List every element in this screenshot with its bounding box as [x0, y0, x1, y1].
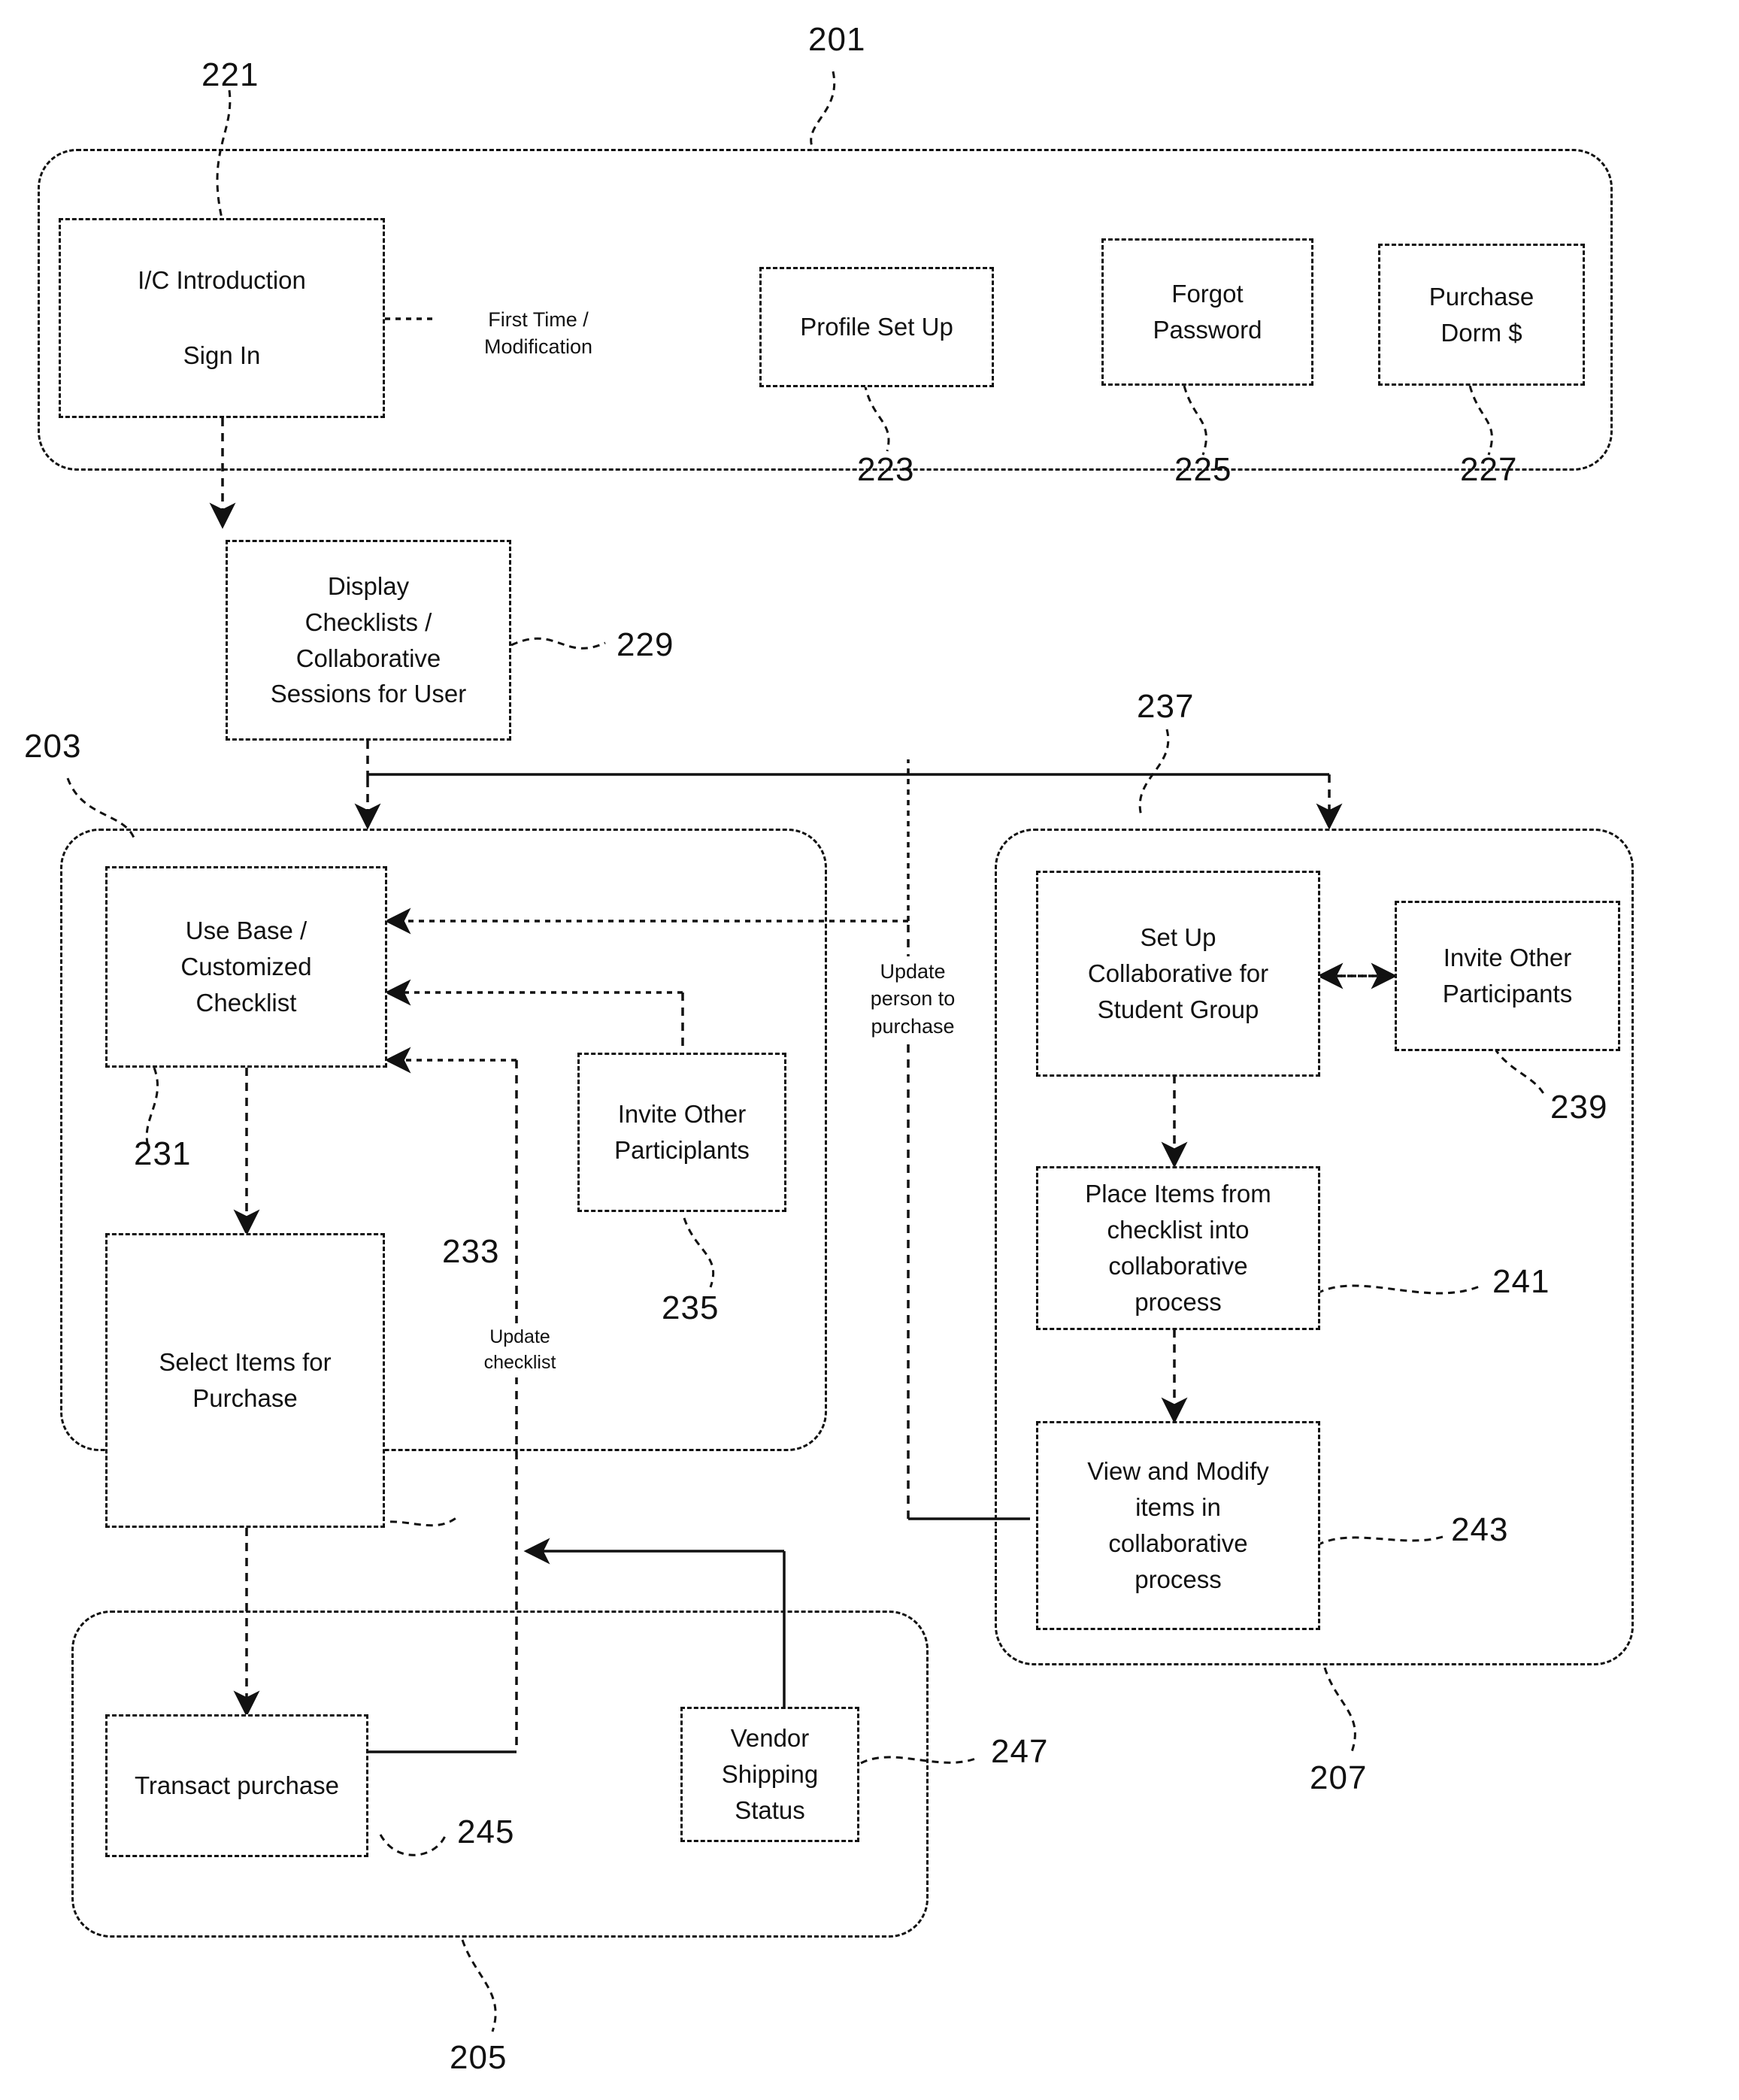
node-place-items-label: Place Items from checklist into collabor…: [1085, 1180, 1271, 1316]
node-invite-participants-right[interactable]: Invite Other Participants: [1395, 901, 1620, 1051]
node-sign-in-line1: I/C Introduction: [138, 266, 306, 295]
node-profile-setup[interactable]: Profile Set Up: [759, 267, 994, 387]
ref-201: 201: [808, 21, 866, 58]
ref-229: 229: [617, 626, 674, 663]
node-sign-in[interactable]: I/C Introduction Sign In: [59, 218, 385, 418]
ref-247: 247: [991, 1733, 1049, 1770]
node-vendor-shipping-label: Vendor Shipping Status: [721, 1724, 819, 1824]
node-transact-purchase-label: Transact purchase: [134, 1771, 340, 1800]
node-setup-collaborative-label: Set Up Collaborative for Student Group: [1087, 923, 1269, 1023]
ref-245: 245: [457, 1814, 515, 1850]
ref-233: 233: [442, 1233, 500, 1270]
ref-223: 223: [857, 451, 915, 488]
ref-221: 221: [201, 56, 259, 93]
node-display-checklists-label: Display Checklists / Collaborative Sessi…: [270, 571, 467, 708]
ref-227: 227: [1460, 451, 1518, 488]
ref-203: 203: [24, 728, 82, 765]
node-invite-participants-left[interactable]: Invite Other Participlants: [577, 1053, 786, 1212]
node-use-base-checklist[interactable]: Use Base / Customized Checklist: [105, 866, 387, 1068]
node-setup-collaborative[interactable]: Set Up Collaborative for Student Group: [1036, 871, 1320, 1077]
node-select-items-label: Select Items for Purchase: [159, 1348, 332, 1412]
node-transact-purchase[interactable]: Transact purchase: [105, 1714, 368, 1857]
node-view-modify[interactable]: View and Modify items in collaborative p…: [1036, 1421, 1320, 1630]
node-forgot-password[interactable]: Forgot Password: [1101, 238, 1313, 386]
node-select-items[interactable]: Select Items for Purchase: [105, 1233, 385, 1528]
node-invite-participants-left-label: Invite Other Participlants: [614, 1100, 750, 1164]
node-purchase-dorm[interactable]: Purchase Dorm $: [1378, 244, 1585, 386]
edge-label-update-checklist: Update checklist: [457, 1323, 583, 1377]
ref-243: 243: [1451, 1511, 1509, 1548]
edge-label-update-person-to-purchase: Update person to purchase: [848, 956, 977, 1042]
ref-237: 237: [1137, 688, 1195, 725]
node-profile-setup-label: Profile Set Up: [800, 313, 953, 341]
ref-239: 239: [1550, 1089, 1608, 1126]
ref-235: 235: [662, 1289, 720, 1326]
node-purchase-dorm-label: Purchase Dorm $: [1428, 282, 1535, 347]
node-sign-in-line2: Sign In: [183, 341, 261, 370]
node-place-items[interactable]: Place Items from checklist into collabor…: [1036, 1166, 1320, 1330]
node-use-base-checklist-label: Use Base / Customized Checklist: [180, 917, 312, 1017]
ref-231: 231: [134, 1135, 192, 1172]
node-invite-participants-right-label: Invite Other Participants: [1442, 944, 1573, 1008]
ref-205: 205: [450, 2039, 507, 2076]
ref-225: 225: [1174, 451, 1232, 488]
figure-canvas: I/C Introduction Sign In Profile Set Up …: [0, 0, 1739, 2100]
node-vendor-shipping[interactable]: Vendor Shipping Status: [680, 1707, 859, 1842]
ref-207: 207: [1310, 1759, 1368, 1796]
ref-241: 241: [1492, 1263, 1550, 1300]
node-display-checklists[interactable]: Display Checklists / Collaborative Sessi…: [226, 540, 511, 741]
node-view-modify-label: View and Modify items in collaborative p…: [1087, 1457, 1269, 1593]
node-forgot-password-label: Forgot Password: [1153, 280, 1262, 344]
edge-label-first-time-modification: First Time / Modification: [436, 305, 641, 362]
